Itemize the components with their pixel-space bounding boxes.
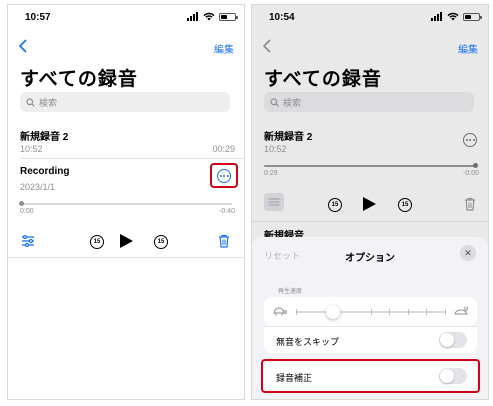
progress-knob[interactable] <box>19 201 24 206</box>
chevron-left-icon[interactable] <box>262 39 271 53</box>
recording-title: 新規録音 2 <box>20 132 69 143</box>
recording-date: 10:52 <box>264 144 287 154</box>
more-icon[interactable] <box>463 133 477 147</box>
status-time: 10:57 <box>25 12 51 23</box>
remaining-time: -0:00 <box>463 170 479 177</box>
skip-back-icon[interactable]: 15 <box>328 198 342 212</box>
recording-duration: 00:29 <box>212 144 235 154</box>
equalizer-icon <box>268 198 280 206</box>
recording-date: 10:52 <box>20 144 43 154</box>
speed-slider-row <box>264 297 477 326</box>
equalizer-button[interactable] <box>264 193 284 211</box>
play-icon[interactable] <box>120 234 133 248</box>
turtle-icon <box>273 307 287 316</box>
signal-icon <box>187 12 199 21</box>
more-icon[interactable] <box>217 169 231 183</box>
battery-icon <box>219 12 238 21</box>
skip-back-icon[interactable]: 15 <box>90 235 104 249</box>
skip-silence-label: 無音をスキップ <box>276 337 340 347</box>
progress-track[interactable] <box>264 165 476 167</box>
play-icon[interactable] <box>363 197 376 211</box>
search-input[interactable]: 検索 <box>264 92 474 112</box>
trash-icon[interactable] <box>464 197 476 211</box>
options-sheet: リセット オプション ✕ 再生速度 無音をスキップ 録音補正 <box>252 237 488 399</box>
close-icon[interactable]: ✕ <box>460 245 476 261</box>
progress-knob[interactable] <box>473 163 478 168</box>
highlight-box <box>261 359 480 393</box>
trash-icon[interactable] <box>218 234 230 248</box>
battery-icon <box>463 12 482 21</box>
wifi-icon <box>203 12 215 21</box>
remaining-time: -0:40 <box>219 208 235 215</box>
search-placeholder: 検索 <box>283 97 302 108</box>
recording-date: 2023/1/1 <box>20 182 56 192</box>
recording-title: 新規録音 2 <box>264 132 313 143</box>
search-input[interactable]: 検索 <box>20 92 230 112</box>
page-title: すべての録音 <box>20 69 138 90</box>
edit-button[interactable]: 編集 <box>458 41 478 56</box>
search-icon <box>26 97 35 107</box>
elapsed-time: 0:00 <box>20 208 34 215</box>
status-time: 10:54 <box>269 12 295 23</box>
skip-forward-icon[interactable]: 15 <box>154 235 168 249</box>
skip-silence-toggle[interactable] <box>439 332 467 348</box>
sheet-title: オプション <box>345 253 395 264</box>
divider <box>8 257 244 258</box>
status-bar: 10:57 <box>8 5 244 27</box>
left-screen: 10:57 編集 すべての録音 検索 新規録音 2 10:52 00:29 Re… <box>7 4 245 400</box>
recording-title: Recording <box>20 166 70 177</box>
speed-track[interactable] <box>296 305 446 319</box>
edit-button[interactable]: 編集 <box>214 41 234 56</box>
signal-icon <box>431 12 443 21</box>
wifi-icon <box>447 12 459 21</box>
divider <box>252 221 488 222</box>
status-bar: 10:54 <box>252 5 488 27</box>
skip-forward-icon[interactable]: 15 <box>398 198 412 212</box>
equalizer-icon[interactable] <box>21 235 35 247</box>
speed-label: 再生速度 <box>278 289 303 295</box>
right-screen: 10:54 編集 すべての録音 検索 新規録音 2 10:52 0:29 -0:… <box>251 4 489 400</box>
hare-icon <box>454 306 469 315</box>
divider <box>20 158 244 159</box>
elapsed-time: 0:29 <box>264 170 278 177</box>
speed-thumb[interactable] <box>326 305 341 319</box>
skip-silence-row[interactable]: 無音をスキップ <box>264 326 477 353</box>
chevron-left-icon[interactable] <box>18 39 27 53</box>
page-title: すべての録音 <box>264 69 382 90</box>
search-icon <box>270 97 279 107</box>
search-placeholder: 検索 <box>39 97 58 108</box>
progress-track[interactable] <box>20 203 232 205</box>
